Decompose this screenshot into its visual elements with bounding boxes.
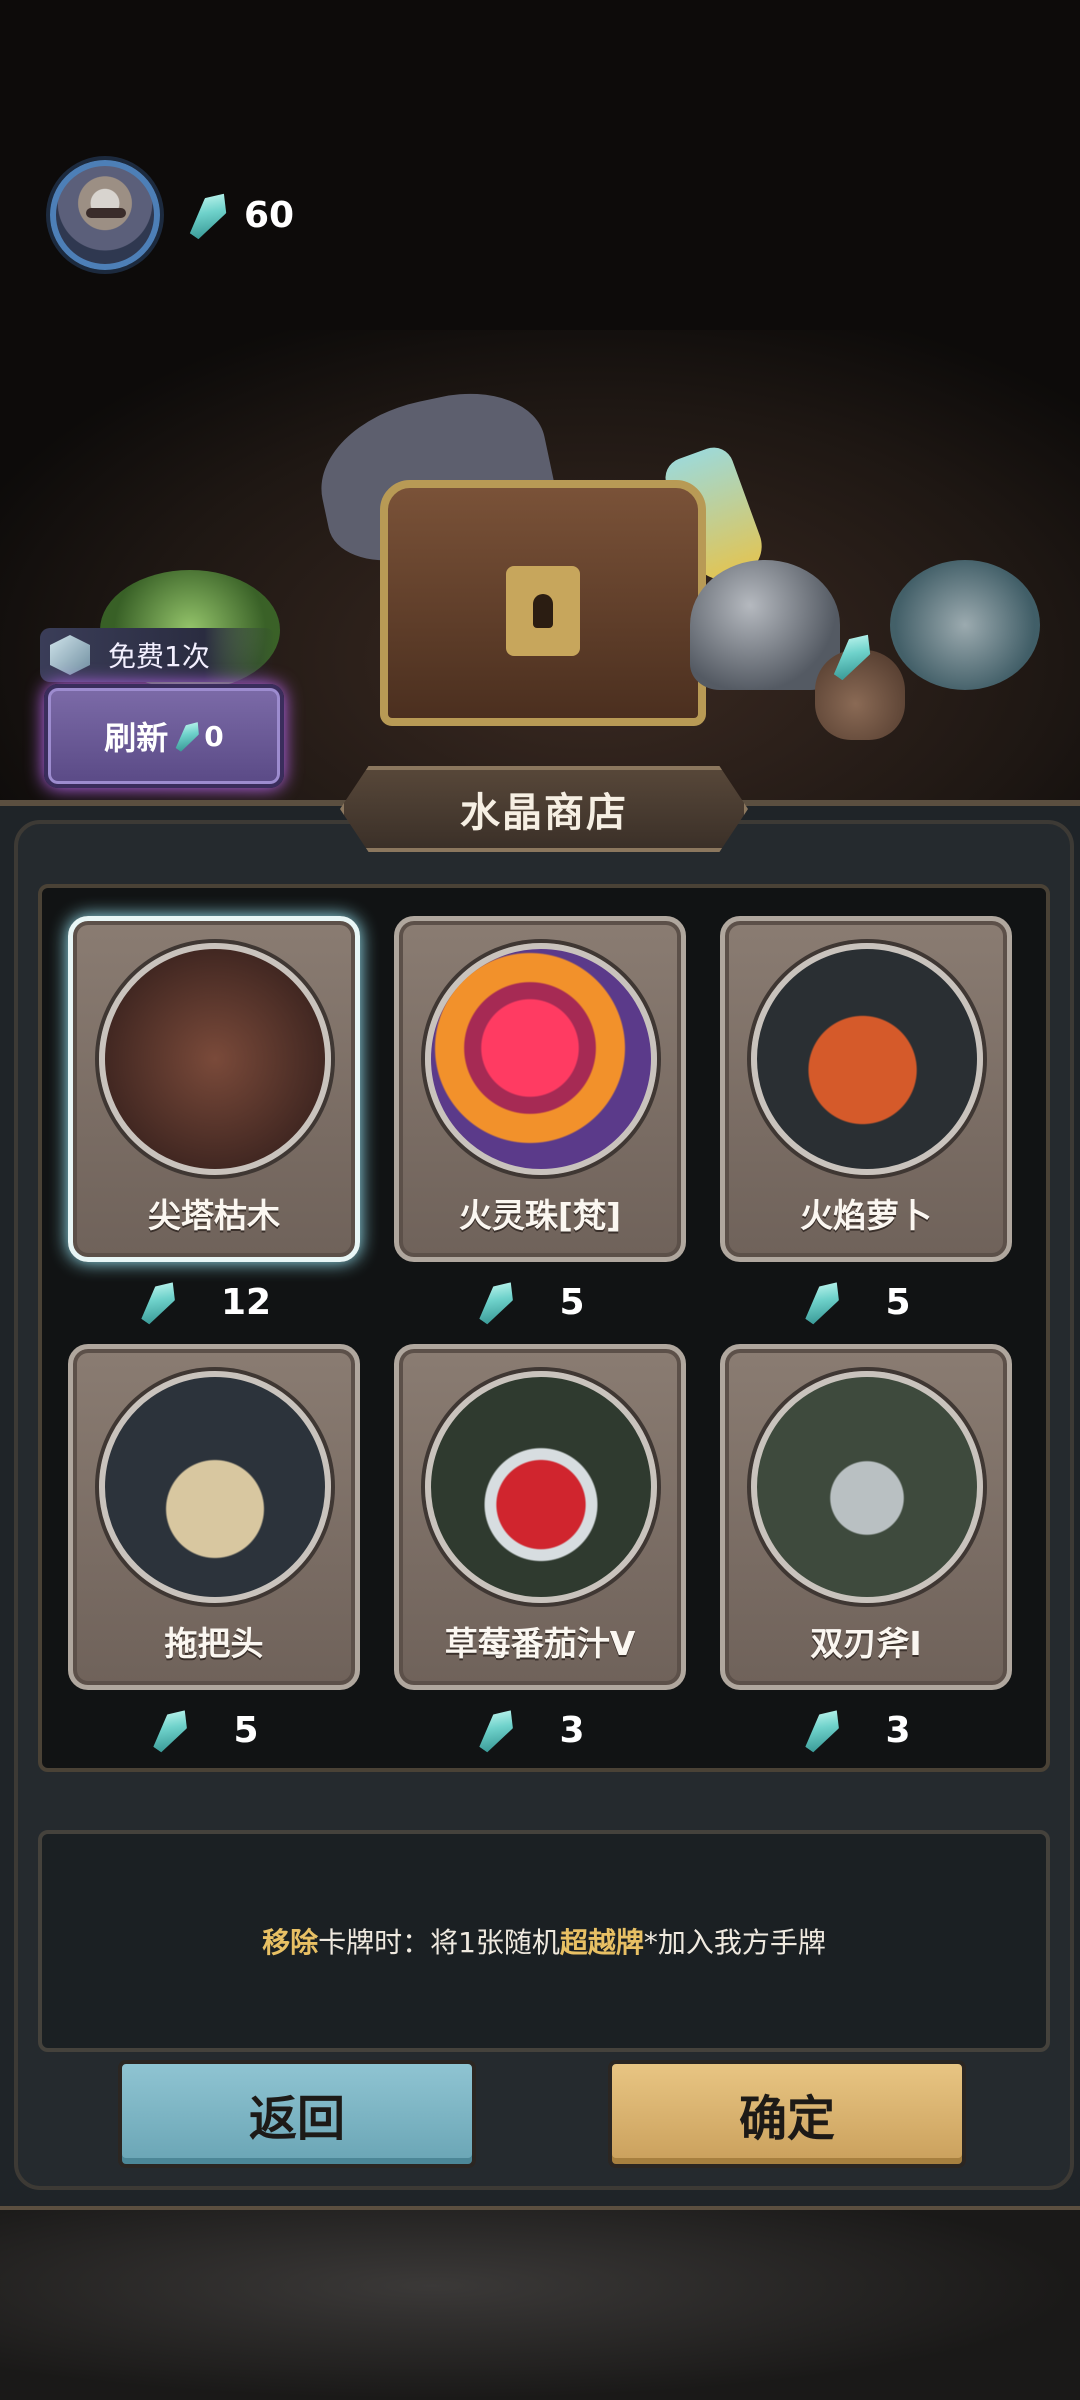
card-price: 3 [394,1700,676,1760]
card-double-axe[interactable]: 双刃斧I [720,1344,1012,1690]
crystal-icon [800,1275,847,1328]
crystal-count: 60 [244,194,295,236]
card-price: 5 [68,1700,350,1760]
price-value: 12 [220,1281,272,1323]
juice-bottle-icon [425,1371,657,1603]
price-value: 3 [559,1709,585,1751]
free-refresh-tag: 免费1次 [40,628,275,682]
refresh-cost: 0 [204,719,224,753]
card-name: 拖把头 [164,1624,264,1663]
blue-orb-decoration [890,560,1040,690]
price-value: 5 [559,1281,585,1323]
description-text: 卡牌时：将1张随机 [318,1926,560,1959]
refresh-crystal-icon [172,717,205,754]
card-name: 火焰萝卜 [800,1196,932,1235]
description-text: *加入我方手牌 [643,1926,826,1959]
mop-head-icon [99,1371,331,1603]
price-value: 5 [885,1281,911,1323]
card-fire-spirit-orb[interactable]: 火灵珠[梵] [394,916,686,1262]
flame-radish-icon [751,943,983,1175]
refresh-button[interactable]: 刷新 0 [44,684,284,788]
shop-title: 水晶商店 [460,790,628,836]
treasure-chest [380,480,706,726]
helmet-decoration [690,560,840,690]
free-refresh-text: 免费1次 [108,640,210,673]
keyword-remove: 移除 [262,1926,319,1959]
card-description: 移除卡牌时：将1张随机超越牌*加入我方手牌 [262,1921,826,1961]
card-spire-deadwood[interactable]: 尖塔枯木 [68,916,360,1262]
card-flame-radish[interactable]: 火焰萝卜 [720,916,1012,1262]
card-name: 尖塔枯木 [148,1196,280,1235]
card-description-box: 移除卡牌时：将1张随机超越牌*加入我方手牌 [38,1830,1050,2052]
double-axe-icon [751,1371,983,1603]
crystal-icon [474,1275,521,1328]
shop-title-plate: 水晶商店 [340,766,748,852]
chest-lock-icon [506,566,580,656]
player-avatar[interactable] [50,160,160,270]
card-price: 5 [394,1272,676,1332]
card-name: 双刃斧I [810,1624,922,1663]
card-price: 5 [720,1272,1002,1332]
card-strawberry-tomato-juice[interactable]: 草莓番茄汁V [394,1344,686,1690]
floor-background [0,2210,1080,2400]
keyword-transcend-card: 超越牌 [559,1926,644,1959]
top-bar: 60 [50,160,294,270]
cube-icon [50,635,90,675]
confirm-button[interactable]: 确定 [608,2060,966,2168]
card-price: 3 [720,1700,1002,1760]
crystal-icon [148,1703,195,1756]
price-value: 5 [233,1709,259,1751]
back-button[interactable]: 返回 [118,2060,476,2168]
card-name: 火灵珠[梵] [458,1196,622,1235]
fire-orb-icon [425,943,657,1175]
card-mop-head[interactable]: 拖把头 [68,1344,360,1690]
crystal-icon [183,186,234,244]
deadwood-icon [99,943,331,1175]
card-name: 草莓番茄汁V [444,1624,636,1663]
refresh-label: 刷新 [104,719,169,757]
crystal-icon [474,1703,521,1756]
crystal-icon [800,1703,847,1756]
price-value: 3 [885,1709,911,1751]
crystal-icon [135,1275,182,1328]
card-price: 12 [68,1272,350,1332]
